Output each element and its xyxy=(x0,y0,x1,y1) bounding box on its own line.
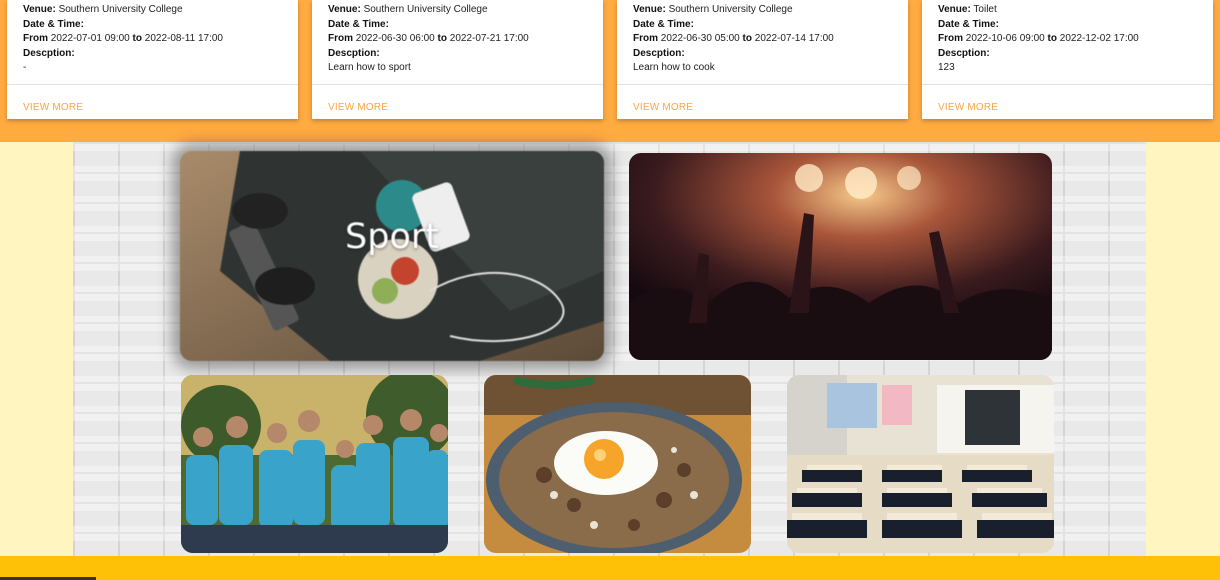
cooking-category-tile[interactable] xyxy=(484,375,751,553)
view-more-link[interactable]: VIEW MORE xyxy=(633,102,693,113)
concert-category-tile[interactable] xyxy=(629,153,1052,360)
cooking-image xyxy=(484,375,751,553)
date-time-label: Date & Time: xyxy=(633,18,694,30)
from-label: From xyxy=(23,33,48,44)
venue-label: Venue: xyxy=(23,4,56,15)
sport-caption: Sport xyxy=(345,217,439,257)
event-start: 2022-06-30 05:00 xyxy=(660,33,740,44)
venue-label: Venue: xyxy=(328,4,361,15)
from-label: From xyxy=(938,33,963,44)
event-start: 2022-10-06 09:00 xyxy=(965,33,1045,44)
events-band: Venue: Southern University College Date … xyxy=(0,0,1220,142)
event-card: Venue: Toilet Date & Time: From 2022-10-… xyxy=(922,0,1213,119)
description-label: Descption: xyxy=(938,47,990,59)
concert-image xyxy=(629,153,1052,360)
event-description: 123 xyxy=(938,62,955,73)
to-label: to xyxy=(132,33,142,44)
to-label: to xyxy=(742,33,752,44)
event-end: 2022-07-14 17:00 xyxy=(754,33,834,44)
event-card: Venue: Southern University College Date … xyxy=(617,0,908,119)
event-venue: Toilet xyxy=(973,4,997,15)
event-description: - xyxy=(23,62,27,73)
view-more-link[interactable]: VIEW MORE xyxy=(328,102,388,113)
event-end: 2022-08-11 17:00 xyxy=(144,33,223,44)
date-time-label: Date & Time: xyxy=(328,18,389,30)
card-footer: VIEW MORE xyxy=(312,84,603,119)
to-label: to xyxy=(1047,33,1057,44)
date-time-label: Date & Time: xyxy=(23,18,84,30)
event-start: 2022-07-01 09:00 xyxy=(50,33,130,44)
to-label: to xyxy=(437,33,447,44)
from-label: From xyxy=(633,33,658,44)
classroom-category-tile[interactable] xyxy=(787,375,1054,553)
description-label: Descption: xyxy=(633,47,685,59)
date-time-label: Date & Time: xyxy=(938,18,999,30)
event-venue: Southern University College xyxy=(363,4,488,15)
event-start: 2022-06-30 06:00 xyxy=(355,33,435,44)
from-label: From xyxy=(328,33,353,44)
event-venue: Southern University College xyxy=(668,4,793,15)
event-card: Venue: Southern University College Date … xyxy=(312,0,603,119)
view-more-link[interactable]: VIEW MORE xyxy=(938,102,998,113)
event-end: 2022-12-02 17:00 xyxy=(1059,33,1139,44)
card-footer: VIEW MORE xyxy=(617,84,908,119)
card-footer: VIEW MORE xyxy=(7,84,298,119)
volunteer-image xyxy=(181,375,448,553)
footer-bar xyxy=(0,556,1220,580)
event-end: 2022-07-21 17:00 xyxy=(449,33,529,44)
description-label: Descption: xyxy=(23,47,75,59)
volunteer-category-tile[interactable] xyxy=(181,375,448,553)
card-footer: VIEW MORE xyxy=(922,84,1213,119)
view-more-link[interactable]: VIEW MORE xyxy=(23,102,83,113)
event-description: Learn how to cook xyxy=(633,62,715,73)
description-label: Descption: xyxy=(328,47,380,59)
venue-label: Venue: xyxy=(938,4,971,15)
event-venue: Southern University College xyxy=(58,4,183,15)
event-description: Learn how to sport xyxy=(328,62,411,73)
sport-category-tile[interactable]: Sport xyxy=(180,151,604,361)
event-card: Venue: Southern University College Date … xyxy=(7,0,298,119)
venue-label: Venue: xyxy=(633,4,666,15)
classroom-image xyxy=(787,375,1054,553)
